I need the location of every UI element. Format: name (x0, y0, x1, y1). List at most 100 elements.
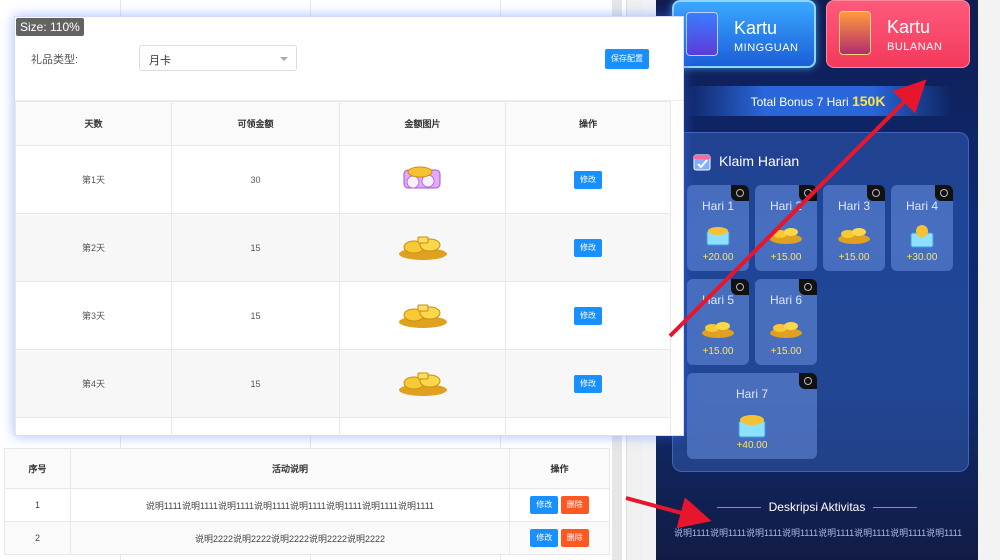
gift-config-modal: 礼品类型: 月卡 保存配置 天数 可领金额 金额图片 操作 第1天 30 修改 … (14, 16, 684, 436)
amount-image-cell (339, 281, 506, 350)
table-row: 2 说明2222说明2222说明2222说明2222说明2222 修改 删除 (4, 521, 610, 555)
day-value: +15.00 (770, 346, 802, 357)
edit-button[interactable]: 修改 (574, 306, 602, 325)
column-header: 序号 (4, 448, 71, 489)
day-label: Hari 1 (701, 199, 734, 213)
amount-image-cell (339, 213, 506, 282)
gift-day-table: 天数 可领金额 金额图片 操作 第1天 30 修改 第2天 15 修改 第3天 … (15, 101, 671, 435)
amount-image-cell (339, 349, 506, 418)
bonus-prefix: Total Bonus 7 Hari (750, 95, 849, 109)
edit-button[interactable]: 修改 (574, 170, 602, 189)
column-header: 操作 (505, 101, 671, 146)
treasure-chest-icon (910, 225, 934, 248)
table-row (15, 417, 671, 435)
lock-icon (799, 185, 817, 201)
gift-type-label: 礼品类型: (31, 54, 79, 66)
action-cell (505, 417, 671, 435)
day-value: +40.00 (736, 440, 768, 451)
amount-image-cell (339, 145, 506, 214)
day-label: Hari 5 (701, 293, 734, 307)
calendar-icon (693, 154, 711, 171)
tab-weekly-card[interactable]: Kartu MINGGUAN (672, 0, 816, 68)
coin-chest-icon (403, 166, 440, 188)
day-cell (15, 417, 172, 435)
row-number: 2 (4, 521, 71, 555)
total-bonus-banner: Total Bonus 7 Hari 150K (684, 86, 952, 116)
day-card-6[interactable]: Hari 6 +15.00 (755, 279, 817, 365)
edit-button[interactable]: 修改 (530, 496, 559, 514)
table-row: 第4天 15 修改 (15, 349, 671, 418)
tab-title: Kartu (887, 17, 931, 37)
edit-button[interactable]: 修改 (574, 374, 602, 393)
action-cell: 修改 (505, 281, 671, 350)
table-row: 第2天 15 修改 (15, 213, 671, 282)
game-preview-panel: Kartu MINGGUAN Kartu BULANAN Total Bonus… (656, 0, 978, 560)
delete-button[interactable]: 删除 (560, 529, 589, 547)
day-value: +30.00 (906, 252, 938, 263)
amount-cell: 30 (171, 145, 340, 214)
amount-cell: 15 (171, 213, 340, 282)
day-value: +15.00 (770, 252, 802, 263)
tab-subtitle: MINGGUAN (734, 42, 799, 54)
day-card-5[interactable]: Hari 5 +15.00 (687, 279, 749, 365)
gold-coins-icon (398, 372, 447, 396)
day-label: Hari 7 (735, 387, 768, 401)
description-text: 说明1111说明1111说明1111说明1111说明1111说明1111说明11… (674, 528, 963, 538)
row-description: 说明1111说明1111说明1111说明1111说明1111说明1111说明11… (70, 488, 510, 522)
save-config-button[interactable]: 保存配置 (605, 49, 649, 69)
daily-claim-panel: Klaim Harian Hari 1 +20.00 Hari 2 +15.00… (672, 132, 969, 472)
lock-icon (935, 185, 953, 201)
card-icon (686, 12, 718, 56)
day-card-1[interactable]: Hari 1 +20.00 (687, 185, 749, 271)
gift-box-icon (706, 227, 730, 246)
row-number: 1 (4, 488, 71, 522)
row-description: 说明2222说明2222说明2222说明2222说明2222 (70, 521, 510, 555)
amount-cell (171, 417, 340, 435)
row-actions: 修改 删除 (509, 488, 610, 522)
edit-button[interactable]: 修改 (530, 529, 559, 547)
column-header: 操作 (509, 448, 610, 489)
column-header: 金额图片 (339, 101, 506, 146)
gift-type-select[interactable]: 月卡 (139, 45, 297, 71)
activity-table: 序号 活动说明 操作 1 说明1111说明1111说明1111说明1111说明1… (4, 448, 610, 555)
lock-icon (731, 185, 749, 201)
day-label: Hari 3 (837, 199, 870, 213)
description-title: Deskripsi Aktivitas (656, 500, 978, 514)
claim-title: Klaim Harian (719, 153, 800, 169)
day-value: +20.00 (702, 252, 734, 263)
lock-icon (867, 185, 885, 201)
day-value: +15.00 (702, 346, 734, 357)
gold-coins-icon (838, 228, 870, 244)
day-cell: 第1天 (15, 145, 172, 214)
tab-subtitle: BULANAN (887, 41, 943, 53)
day-label: Hari 6 (769, 293, 802, 307)
gold-coins-icon (770, 322, 802, 338)
column-header: 可领金额 (171, 101, 340, 146)
action-cell: 修改 (505, 145, 671, 214)
lock-icon (731, 279, 749, 295)
page-gutter (978, 0, 1000, 560)
action-cell: 修改 (505, 213, 671, 282)
table-row: 第3天 15 修改 (15, 281, 671, 350)
day-cell: 第4天 (15, 349, 172, 418)
tab-title: Kartu (734, 18, 778, 38)
treasure-chest-icon (738, 415, 766, 438)
day-card-7[interactable]: Hari 7 +40.00 (687, 373, 817, 459)
gold-coins-icon (398, 236, 447, 260)
delete-button[interactable]: 删除 (560, 496, 589, 514)
day-cell: 第3天 (15, 281, 172, 350)
amount-image-cell (339, 417, 506, 435)
amount-cell: 15 (171, 281, 340, 350)
day-card-4[interactable]: Hari 4 +30.00 (891, 185, 953, 271)
edit-button[interactable]: 修改 (574, 238, 602, 257)
day-label: Hari 4 (905, 199, 938, 213)
chevron-down-icon (280, 57, 288, 61)
column-header: 活动说明 (70, 448, 510, 489)
tab-monthly-card[interactable]: Kartu BULANAN (826, 0, 970, 68)
day-card-2[interactable]: Hari 2 +15.00 (755, 185, 817, 271)
day-cell: 第2天 (15, 213, 172, 282)
action-cell: 修改 (505, 349, 671, 418)
modal-header: 礼品类型: 月卡 保存配置 (15, 17, 683, 101)
card-icon (839, 11, 871, 55)
day-card-3[interactable]: Hari 3 +15.00 (823, 185, 885, 271)
